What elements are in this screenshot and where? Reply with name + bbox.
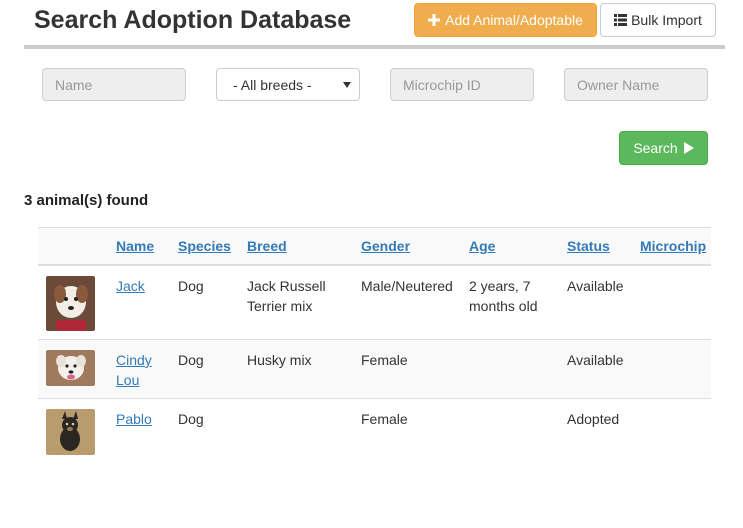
caret-down-icon: [343, 81, 351, 88]
name-cell: Cindy Lou: [112, 339, 174, 399]
name-cell: Pablo: [112, 398, 174, 463]
play-icon: [683, 142, 694, 154]
sort-breed-link[interactable]: Breed: [247, 238, 287, 254]
table-header-row: Name Species Breed Gender Age Status Mic…: [38, 227, 711, 266]
bulk-import-button[interactable]: Bulk Import: [600, 3, 716, 37]
breed-cell: Jack Russell Terrier mix: [243, 264, 357, 340]
status-cell: Available: [563, 264, 636, 340]
microchip-cell: [636, 398, 711, 463]
table-row: Cindy Lou Dog Husky mix Female Available: [38, 339, 711, 399]
table-row: Jack Dog Jack Russell Terrier mix Male/N…: [38, 264, 711, 340]
header-divider: [24, 45, 725, 49]
add-animal-label: Add Animal/Adoptable: [445, 12, 583, 28]
animal-name-link[interactable]: Cindy Lou: [116, 352, 152, 388]
photo-column-header: [38, 227, 112, 266]
sort-gender-link[interactable]: Gender: [361, 238, 410, 254]
gender-cell: Female: [357, 339, 465, 399]
name-cell: Jack: [112, 264, 174, 340]
age-cell: 2 years, 7 months old: [465, 264, 563, 340]
bulk-import-label: Bulk Import: [631, 12, 702, 28]
age-column-header[interactable]: Age: [465, 227, 563, 266]
add-animal-button[interactable]: Add Animal/Adoptable: [414, 3, 597, 37]
species-column-header[interactable]: Species: [174, 227, 243, 266]
search-label: Search: [633, 140, 678, 156]
sort-age-link[interactable]: Age: [469, 238, 495, 254]
list-icon: [614, 14, 628, 26]
owner-name-input[interactable]: [564, 68, 708, 101]
animal-name-link[interactable]: Pablo: [116, 411, 152, 427]
species-cell: Dog: [174, 339, 243, 399]
result-count: 3 animal(s) found: [24, 192, 149, 209]
status-cell: Available: [563, 339, 636, 399]
photo-cell: [38, 264, 112, 340]
sort-name-link[interactable]: Name: [116, 238, 154, 254]
species-cell: Dog: [174, 398, 243, 463]
table-row: Pablo Dog Female Adopted: [38, 398, 711, 463]
animal-photo-thumbnail[interactable]: [46, 409, 95, 455]
results-table: Name Species Breed Gender Age Status Mic…: [38, 227, 711, 463]
breed-select-value: - All breeds -: [233, 76, 312, 93]
breed-column-header[interactable]: Breed: [243, 227, 357, 266]
species-cell: Dog: [174, 264, 243, 340]
plus-icon: [428, 14, 441, 26]
microchip-cell: [636, 339, 711, 399]
search-button[interactable]: Search: [619, 131, 708, 165]
gender-column-header[interactable]: Gender: [357, 227, 465, 266]
name-column-header[interactable]: Name: [112, 227, 174, 266]
page-title: Search Adoption Database: [34, 6, 352, 34]
sort-species-link[interactable]: Species: [178, 238, 231, 254]
gender-cell: Male/Neutered: [357, 264, 465, 340]
microchip-column-header[interactable]: Microchip: [636, 227, 711, 266]
age-cell: [465, 398, 563, 463]
name-input[interactable]: [42, 68, 186, 101]
sort-microchip-link[interactable]: Microchip: [640, 238, 706, 254]
age-cell: [465, 339, 563, 399]
status-column-header[interactable]: Status: [563, 227, 636, 266]
animal-name-link[interactable]: Jack: [116, 278, 145, 294]
gender-cell: Female: [357, 398, 465, 463]
animal-photo-thumbnail[interactable]: [46, 350, 95, 386]
breed-cell: Husky mix: [243, 339, 357, 399]
microchip-input[interactable]: [390, 68, 534, 101]
breed-cell: [243, 398, 357, 463]
sort-status-link[interactable]: Status: [567, 238, 610, 254]
animal-photo-thumbnail[interactable]: [46, 276, 95, 331]
breed-select[interactable]: - All breeds -: [216, 68, 360, 101]
status-cell: Adopted: [563, 398, 636, 463]
microchip-cell: [636, 264, 711, 340]
photo-cell: [38, 339, 112, 399]
photo-cell: [38, 398, 112, 463]
